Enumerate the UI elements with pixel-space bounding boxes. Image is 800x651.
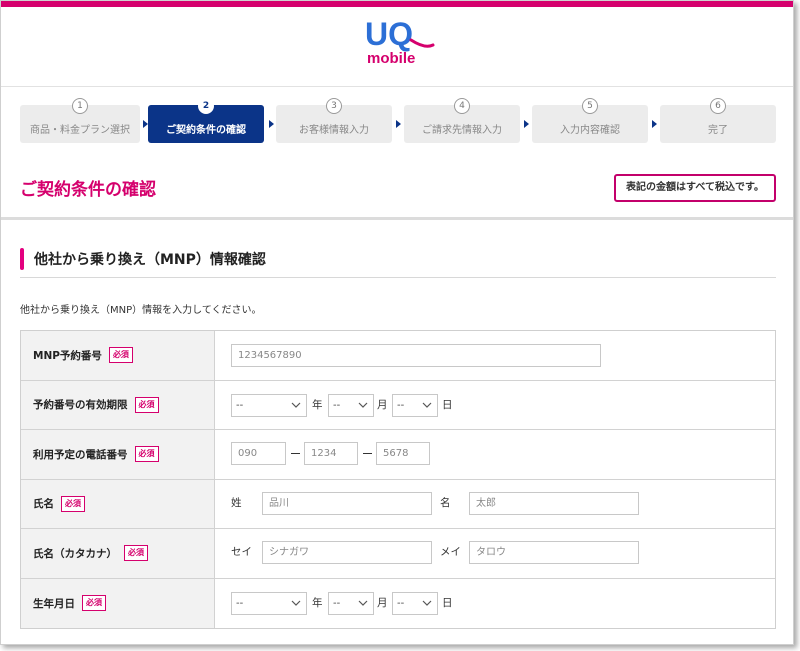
field-label-cell: 生年月日 必須 — [21, 578, 215, 628]
field-input-cell: 1234567890 — [215, 331, 775, 380]
section-title: 他社から乗り換え（MNP）情報確認 — [34, 252, 266, 268]
page-frame: UQ mobile 1 商品・料金プラン選択 2 ご契約条件の確認 3 お客様情… — [0, 0, 794, 645]
last-name-label: 姓 — [231, 496, 242, 509]
step-6: 6 完了 — [660, 98, 776, 143]
last-name-kana-input[interactable]: シナガワ — [262, 541, 432, 564]
step-arrow-icon — [269, 120, 274, 128]
form-row-name-kana: 氏名（カタカナ） 必須 セイ シナガワ メイ タロウ — [21, 529, 775, 579]
expiry-month-select[interactable]: -- — [328, 393, 374, 417]
tax-note-button[interactable]: 表記の金額はすべて税込です。 — [614, 174, 776, 202]
title-divider — [1, 217, 793, 220]
header-divider — [1, 86, 793, 87]
uq-mobile-logo[interactable]: UQ mobile — [359, 15, 439, 67]
field-label: 氏名（カタカナ） — [33, 547, 117, 560]
required-badge: 必須 — [134, 446, 159, 463]
step-arrow-icon — [524, 120, 529, 128]
chevron-down-icon — [358, 402, 368, 408]
section-divider — [20, 277, 776, 278]
logo-uq-text: UQ — [365, 16, 413, 52]
section-accent-bar — [20, 248, 24, 270]
form-row-phone-number: 利用予定の電話番号 必須 090 1234 5678 — [21, 430, 775, 480]
select-value: -- — [333, 399, 341, 411]
step-number: 2 — [198, 98, 214, 114]
logo-mobile-text: mobile — [367, 50, 415, 67]
step-4: 4 ご請求先情報入力 — [404, 98, 520, 143]
phone-part2-input[interactable]: 1234 — [304, 442, 358, 465]
required-badge: 必須 — [61, 495, 85, 512]
form-row-expiry-date: 予約番号の有効期限 必須 -- 年 -- 月 -- 日 — [21, 380, 775, 430]
chevron-down-icon — [291, 600, 301, 606]
year-unit: 年 — [312, 398, 323, 411]
step-arrow-icon — [396, 120, 401, 128]
month-unit: 月 — [377, 398, 388, 411]
required-badge: 必須 — [82, 595, 106, 612]
field-label: 予約番号の有効期限 — [33, 399, 128, 412]
phone-part1-input[interactable]: 090 — [231, 442, 286, 465]
field-label-cell: 予約番号の有効期限 必須 — [21, 380, 215, 429]
mnp-number-input[interactable]: 1234567890 — [231, 344, 601, 367]
select-value: -- — [397, 597, 405, 609]
step-3: 3 お客様情報入力 — [276, 98, 392, 143]
first-name-input[interactable]: 太郎 — [469, 491, 639, 515]
select-value: -- — [397, 399, 405, 411]
field-label: 生年月日 — [33, 597, 75, 610]
form-row-birth-date: 生年月日 必須 -- 年 -- 月 -- 日 — [21, 578, 775, 629]
last-name-kana-label: セイ — [231, 546, 252, 558]
day-unit: 日 — [442, 596, 453, 609]
page-title: ご契約条件の確認 — [20, 180, 156, 200]
field-label: 利用予定の電話番号 — [33, 448, 128, 461]
select-value: -- — [236, 399, 244, 411]
field-input-cell: -- 年 -- 月 -- 日 — [215, 381, 775, 430]
field-input-cell: 姓 品川 名 太郎 — [215, 480, 775, 529]
step-2-active: 2 ご契約条件の確認 — [148, 98, 264, 143]
birth-year-select[interactable]: -- — [231, 591, 307, 615]
field-label-cell: 氏名 必須 — [21, 479, 215, 528]
chevron-down-icon — [358, 600, 368, 606]
chevron-down-icon — [291, 402, 301, 408]
expiry-day-select[interactable]: -- — [392, 393, 438, 417]
day-unit: 日 — [442, 398, 453, 411]
step-number: 1 — [72, 98, 88, 114]
birth-month-select[interactable]: -- — [328, 591, 374, 615]
last-name-input[interactable]: 品川 — [262, 491, 432, 515]
dash-separator — [291, 453, 300, 454]
field-label-cell: MNP予約番号 必須 — [21, 331, 215, 380]
month-unit: 月 — [377, 596, 388, 609]
birth-day-select[interactable]: -- — [392, 591, 438, 615]
progress-steps: 1 商品・料金プラン選択 2 ご契約条件の確認 3 お客様情報入力 4 ご請求先… — [20, 98, 776, 145]
field-label: MNP予約番号 — [33, 349, 102, 362]
mnp-form-table: MNP予約番号 必須 1234567890 予約番号の有効期限 必須 -- 年 … — [20, 330, 776, 629]
top-accent-bar — [1, 1, 793, 7]
step-number: 6 — [710, 98, 726, 114]
field-label: 氏名 — [33, 498, 54, 511]
first-name-kana-input[interactable]: タロウ — [469, 541, 639, 564]
required-badge: 必須 — [134, 396, 159, 413]
form-row-mnp-number: MNP予約番号 必須 1234567890 — [21, 331, 775, 381]
chevron-down-icon — [422, 600, 432, 606]
required-badge: 必須 — [124, 545, 148, 562]
field-input-cell: 090 1234 5678 — [215, 430, 775, 479]
required-badge: 必須 — [108, 347, 133, 364]
phone-part3-input[interactable]: 5678 — [376, 442, 430, 465]
first-name-kana-label: メイ — [440, 546, 461, 558]
year-unit: 年 — [312, 596, 323, 609]
select-value: -- — [236, 597, 244, 609]
step-1: 1 商品・料金プラン選択 — [20, 98, 140, 143]
step-number: 4 — [454, 98, 470, 114]
dash-separator — [363, 453, 372, 454]
field-label-cell: 利用予定の電話番号 必須 — [21, 430, 215, 479]
field-label-cell: 氏名（カタカナ） 必須 — [21, 529, 215, 578]
select-value: -- — [333, 597, 341, 609]
form-row-name: 氏名 必須 姓 品川 名 太郎 — [21, 479, 775, 529]
step-arrow-icon — [652, 120, 657, 128]
section-intro-text: 他社から乗り換え（MNP）情報を入力してください。 — [20, 305, 262, 316]
step-5: 5 入力内容確認 — [532, 98, 648, 143]
expiry-year-select[interactable]: -- — [231, 393, 307, 417]
step-number: 3 — [326, 98, 342, 114]
field-input-cell: -- 年 -- 月 -- 日 — [215, 579, 775, 629]
field-input-cell: セイ シナガワ メイ タロウ — [215, 529, 775, 578]
chevron-down-icon — [422, 402, 432, 408]
first-name-label: 名 — [440, 496, 451, 509]
step-number: 5 — [582, 98, 598, 114]
